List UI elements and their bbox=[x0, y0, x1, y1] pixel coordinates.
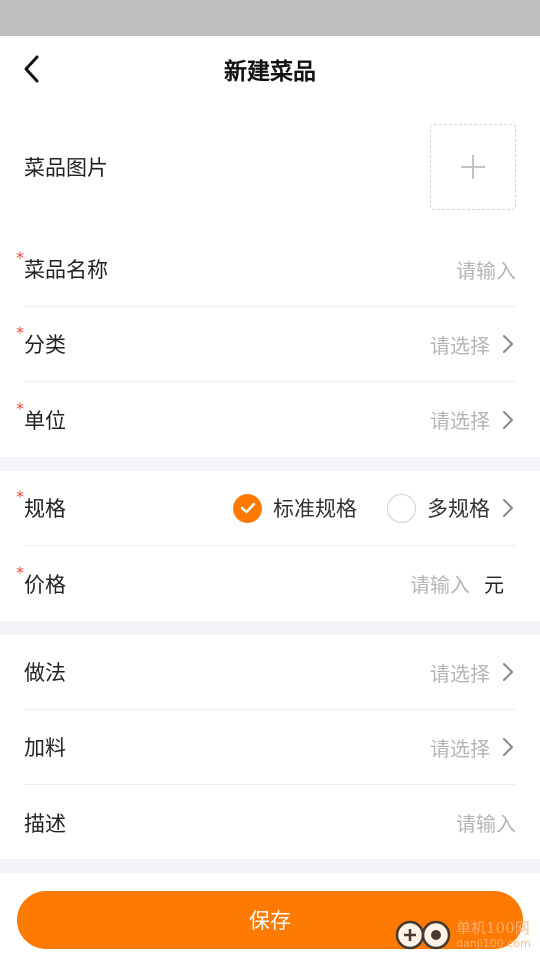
photo-row: 菜品图片 bbox=[24, 102, 516, 232]
spec-row: * 规格 标准规格 多规格 bbox=[16, 471, 516, 546]
spec-radio-group: 标准规格 多规格 bbox=[203, 493, 516, 523]
watermark-text-en: danji100.com bbox=[456, 937, 531, 950]
back-button[interactable] bbox=[12, 49, 52, 89]
name-input[interactable]: 请输入 bbox=[456, 255, 516, 284]
method-select[interactable]: 请选择 bbox=[430, 658, 490, 687]
required-mark: * bbox=[16, 487, 24, 506]
unit-label: * 单位 bbox=[16, 398, 66, 433]
method-label: 做法 bbox=[24, 661, 66, 685]
chevron-right-icon bbox=[502, 737, 516, 757]
name-label: * 菜品名称 bbox=[16, 248, 108, 282]
required-mark: * bbox=[16, 248, 24, 267]
unit-row[interactable]: * 单位 请选择 bbox=[16, 382, 516, 457]
topping-row[interactable]: 加料 请选择 bbox=[24, 710, 516, 785]
required-mark: * bbox=[16, 562, 24, 582]
description-row[interactable]: 描述 请输入 bbox=[24, 785, 516, 860]
basic-info-section: 菜品图片 * 菜品名称 请输入 * 分类 请选择 * 单位 请选择 bbox=[0, 102, 540, 457]
topping-label: 加料 bbox=[24, 736, 66, 760]
chevron-right-icon bbox=[502, 410, 516, 430]
chevron-right-icon bbox=[502, 662, 516, 682]
nav-bar: 新建菜品 bbox=[0, 36, 540, 102]
spec-option-standard[interactable]: 标准规格 bbox=[233, 493, 357, 523]
description-label: 描述 bbox=[24, 811, 66, 836]
price-label: * 价格 bbox=[16, 562, 66, 597]
section-divider bbox=[0, 621, 540, 635]
description-input[interactable]: 请输入 bbox=[456, 808, 516, 837]
watermark-text-cn: 单机100网 bbox=[456, 919, 530, 937]
chevron-right-icon bbox=[502, 334, 516, 354]
price-input[interactable]: 请输入 bbox=[410, 569, 470, 598]
section-divider bbox=[0, 457, 540, 471]
name-row[interactable]: * 菜品名称 请输入 bbox=[16, 232, 516, 307]
category-row[interactable]: * 分类 请选择 bbox=[16, 307, 516, 382]
chevron-right-icon bbox=[502, 498, 516, 518]
photo-label: 菜品图片 bbox=[24, 156, 108, 180]
price-row[interactable]: * 价格 请输入 元 bbox=[16, 546, 516, 621]
extra-section: 做法 请选择 加料 请选择 描述 请输入 bbox=[0, 635, 540, 860]
radio-unchecked-icon bbox=[387, 493, 416, 523]
watermark-logo-icon bbox=[395, 920, 451, 950]
chevron-left-icon bbox=[24, 55, 39, 83]
spec-option-multi[interactable]: 多规格 bbox=[387, 493, 516, 523]
category-select[interactable]: 请选择 bbox=[430, 330, 490, 359]
status-bar bbox=[0, 0, 540, 36]
photo-upload-button[interactable] bbox=[430, 124, 516, 210]
unit-select[interactable]: 请选择 bbox=[430, 405, 490, 434]
radio-checked-icon bbox=[233, 493, 262, 523]
watermark: 单机100网 danji100.com bbox=[394, 918, 531, 952]
spec-section: * 规格 标准规格 多规格 * 价格 请输入 元 bbox=[0, 471, 540, 621]
spec-label: * 规格 bbox=[16, 487, 66, 521]
price-unit: 元 bbox=[484, 573, 504, 597]
method-row[interactable]: 做法 请选择 bbox=[24, 635, 516, 710]
section-divider bbox=[0, 859, 540, 873]
topping-select[interactable]: 请选择 bbox=[430, 733, 490, 762]
plus-icon bbox=[461, 155, 485, 179]
required-mark: * bbox=[16, 398, 24, 418]
category-label: * 分类 bbox=[16, 323, 66, 357]
page-title: 新建菜品 bbox=[224, 59, 316, 85]
required-mark: * bbox=[16, 323, 24, 342]
